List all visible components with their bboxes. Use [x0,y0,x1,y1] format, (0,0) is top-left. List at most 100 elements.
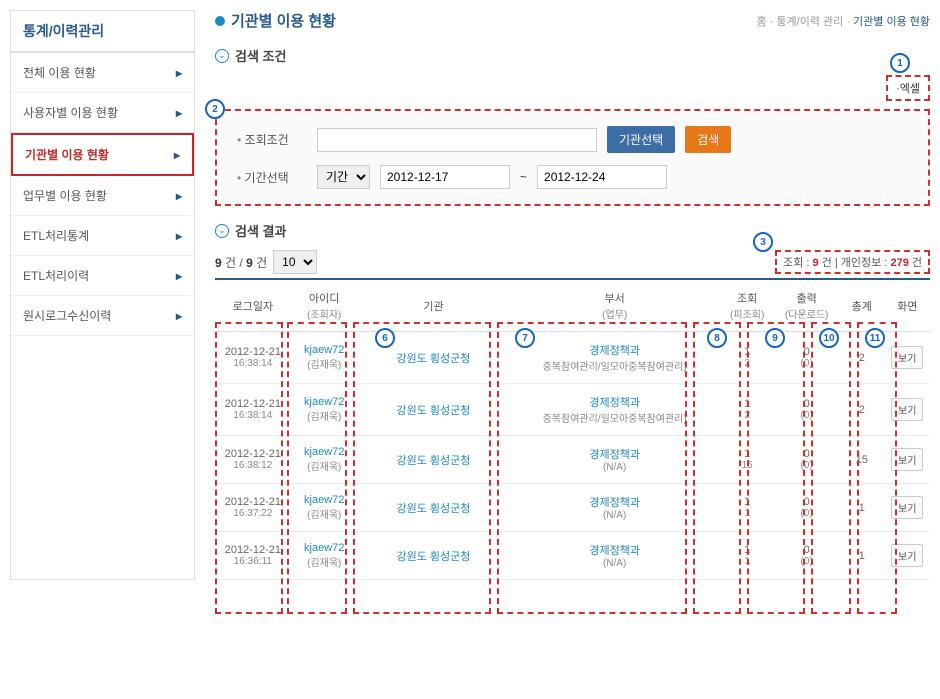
sidebar-item-label: 기관별 이용 현황 [25,146,109,163]
org-link[interactable]: 강원도 횡성군청 [397,551,471,563]
org-link[interactable]: 강원도 횡성군청 [397,503,471,515]
date-to-input[interactable] [537,165,667,189]
user-id-link[interactable]: kjaew72 [304,396,344,408]
cell-id: kjaew72(김재욱) [291,384,358,436]
cell-view: 12 [720,384,774,436]
sidebar-item-task-usage[interactable]: 업무별 이용 현황 ▸ [11,176,194,216]
dept-link[interactable]: 경제정책과 [589,397,640,409]
breadcrumb: 홈 · 통계/이력 관리 · 기관별 이용 현황 [757,13,930,29]
excel-export-button[interactable]: ·엑셀 [886,75,930,101]
period-type-select[interactable]: 기간 [317,165,370,189]
annotation-11: 11 [865,328,885,348]
chevron-right-icon: ▸ [174,148,180,162]
results-count: 9 건 / 9 건 10 [215,250,317,274]
results-header: 9 건 / 9 건 10 3 조회 : 9 건 | 개인정보 : 279 건 [215,250,930,280]
search-cond-input[interactable] [317,128,597,152]
org-link[interactable]: 강원도 횡성군청 [397,405,471,417]
cell-screen: 보기 [885,436,931,484]
cell-dept: 경제정책과중복참여관리/일모아중복참여관리) [509,384,720,436]
cell-sum: 2 [839,384,884,436]
org-link[interactable]: 강원도 횡성군청 [397,455,471,467]
cell-org: 강원도 횡성군청 [358,384,509,436]
view-detail-button[interactable]: 보기 [891,346,923,369]
collapse-icon[interactable]: ⌄ [215,224,229,238]
chevron-right-icon: ▸ [176,66,182,80]
cell-view: 11 [720,484,774,532]
cell-id: kjaew72(김재욱) [291,436,358,484]
collapse-icon[interactable]: ⌄ [215,49,229,63]
user-id-link[interactable]: kjaew72 [304,494,344,506]
breadcrumb-mid[interactable]: 통계/이력 관리 [776,16,843,28]
sidebar-item-label: 사용자별 이용 현황 [23,104,118,121]
results-table-wrap: 로그일자 아이디(조회자) 기관 부서(업무) 조회(피조회) 출력(다운로드)… [215,280,930,580]
annotation-7: 7 [515,328,535,348]
results-section-header: ⌄ 검색 결과 [215,221,930,240]
breadcrumb-home[interactable]: 홈 [757,16,767,28]
cell-id: kjaew72(김재욱) [291,532,358,580]
search-condition-box: 2 조회조건 기관선택 검색 기간선택 기간 ~ [215,109,930,206]
annotation-1: 1 [890,53,910,73]
cell-sum: 1 [839,484,884,532]
page-size-select[interactable]: 10 [273,250,317,274]
cell-view: 115 [720,436,774,484]
search-cond-label: 조회조건 [237,131,307,148]
search-section-header: ⌄ 검색 조건 [215,46,930,65]
annotation-6: 6 [375,328,395,348]
th-sum: 총계 [839,280,884,332]
sidebar-item-all-usage[interactable]: 전체 이용 현황 ▸ [11,53,194,93]
sidebar-item-label: 업무별 이용 현황 [23,187,107,204]
sidebar-title: 통계/이력관리 [11,11,194,53]
org-select-button[interactable]: 기관선택 [607,126,675,153]
sidebar-item-user-usage[interactable]: 사용자별 이용 현황 ▸ [11,93,194,133]
sidebar-item-etl-stats[interactable]: ETL처리통계 ▸ [11,216,194,256]
cell-view: 11 [720,532,774,580]
chevron-right-icon: ▸ [176,229,182,243]
sidebar-item-org-usage[interactable]: 기관별 이용 현황 ▸ [11,133,194,176]
sidebar-item-etl-history[interactable]: ETL처리이력 ▸ [11,256,194,296]
page-title: 기관별 이용 현황 [231,10,336,31]
sidebar-item-rawlog-history[interactable]: 원시로그수신이력 ▸ [11,296,194,336]
cell-sum: 15 [839,436,884,484]
breadcrumb-current: 기관별 이용 현황 [853,16,930,28]
table-row: 2012-12-2116:37:22kjaew72(김재욱)강원도 횡성군청경제… [215,484,930,532]
cell-log: 2012-12-2116:36:11 [215,532,291,580]
search-button[interactable]: 검색 [685,126,731,153]
view-detail-button[interactable]: 보기 [891,496,923,519]
chevron-right-icon: ▸ [176,106,182,120]
dept-link[interactable]: 경제정책과 [589,497,640,509]
cell-log: 2012-12-2116:38:14 [215,332,291,384]
cell-dl: 0(0) [774,384,839,436]
dept-link[interactable]: 경제정책과 [589,449,640,461]
dept-link[interactable]: 경제정책과 [589,345,640,357]
view-detail-button[interactable]: 보기 [891,398,923,421]
view-detail-button[interactable]: 보기 [891,448,923,471]
cell-screen: 보기 [885,532,931,580]
sidebar-item-label: 전체 이용 현황 [23,64,96,81]
cell-dept: 경제정책과(N/A) [509,532,720,580]
user-id-link[interactable]: kjaew72 [304,446,344,458]
user-id-link[interactable]: kjaew72 [304,542,344,554]
chevron-right-icon: ▸ [176,309,182,323]
cell-dl: 0(0) [774,436,839,484]
sidebar-item-label: ETL처리통계 [23,227,89,244]
table-header-row: 로그일자 아이디(조회자) 기관 부서(업무) 조회(피조회) 출력(다운로드)… [215,280,930,332]
cell-dept: 경제정책과중복참여관리/일모아중복참여관리) [509,332,720,384]
dept-link[interactable]: 경제정책과 [589,545,640,557]
th-screen: 화면 [885,280,931,332]
cell-screen: 보기 [885,384,931,436]
page-header: 기관별 이용 현황 홈 · 통계/이력 관리 · 기관별 이용 현황 [215,10,930,31]
th-dept: 부서(업무) [509,280,720,332]
results-summary: 조회 : 9 건 | 개인정보 : 279 건 [775,250,930,274]
cell-dept: 경제정책과(N/A) [509,484,720,532]
bullet-icon [215,16,225,26]
date-from-input[interactable] [380,165,510,189]
th-view: 조회(피조회) [720,280,774,332]
org-link[interactable]: 강원도 횡성군청 [397,353,471,365]
date-separator: ~ [520,170,527,184]
th-id: 아이디(조회자) [291,280,358,332]
th-log: 로그일자 [215,280,291,332]
user-id-link[interactable]: kjaew72 [304,344,344,356]
view-detail-button[interactable]: 보기 [891,544,923,567]
chevron-right-icon: ▸ [176,189,182,203]
cell-log: 2012-12-2116:38:14 [215,384,291,436]
